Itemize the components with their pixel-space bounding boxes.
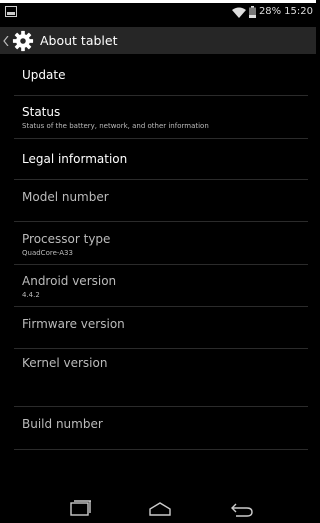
item-title: Build number	[22, 417, 103, 431]
list-item-update[interactable]: Update	[14, 55, 308, 96]
item-title: Update	[22, 68, 66, 82]
status-bar: 28% 15:20	[0, 0, 316, 20]
battery-percent: 28%	[258, 6, 282, 17]
list-item-model-number: Model number	[14, 180, 308, 222]
list-item-legal[interactable]: Legal information	[14, 139, 308, 180]
list-item-build-number[interactable]: Build number	[14, 407, 308, 450]
item-title: Android version	[22, 274, 117, 288]
back-icon[interactable]	[230, 499, 254, 519]
wifi-icon	[231, 7, 246, 18]
item-title: Status	[22, 105, 61, 119]
action-bar[interactable]: About tablet	[0, 27, 316, 54]
item-title: Model number	[22, 190, 109, 204]
item-title: Processor type	[22, 232, 111, 246]
navigation-bar	[0, 495, 316, 523]
list-item-firmware-version: Firmware version	[14, 307, 308, 349]
list-item-android-version[interactable]: Android version 4.4.2	[14, 265, 308, 307]
list-item-processor-type: Processor type QuadCore-A33	[14, 222, 308, 265]
recent-apps-icon[interactable]	[68, 499, 92, 519]
item-title: Firmware version	[22, 317, 125, 331]
item-title: Legal information	[22, 152, 128, 166]
battery-icon	[248, 6, 256, 18]
settings-gear-icon[interactable]	[12, 30, 34, 52]
item-subtitle: QuadCore-A33	[22, 249, 73, 257]
item-title: Kernel version	[22, 356, 108, 370]
list-item-status[interactable]: Status Status of the battery, network, a…	[14, 96, 308, 139]
page-title: About tablet	[40, 33, 118, 48]
item-subtitle: 4.4.2	[22, 291, 40, 299]
screenshot-icon	[5, 6, 17, 17]
list-item-kernel-version: Kernel version	[14, 349, 308, 407]
back-chevron-icon[interactable]	[2, 27, 10, 54]
item-subtitle: Status of the battery, network, and othe…	[22, 122, 209, 130]
home-icon[interactable]	[148, 499, 172, 519]
clock: 15:20	[284, 6, 313, 17]
